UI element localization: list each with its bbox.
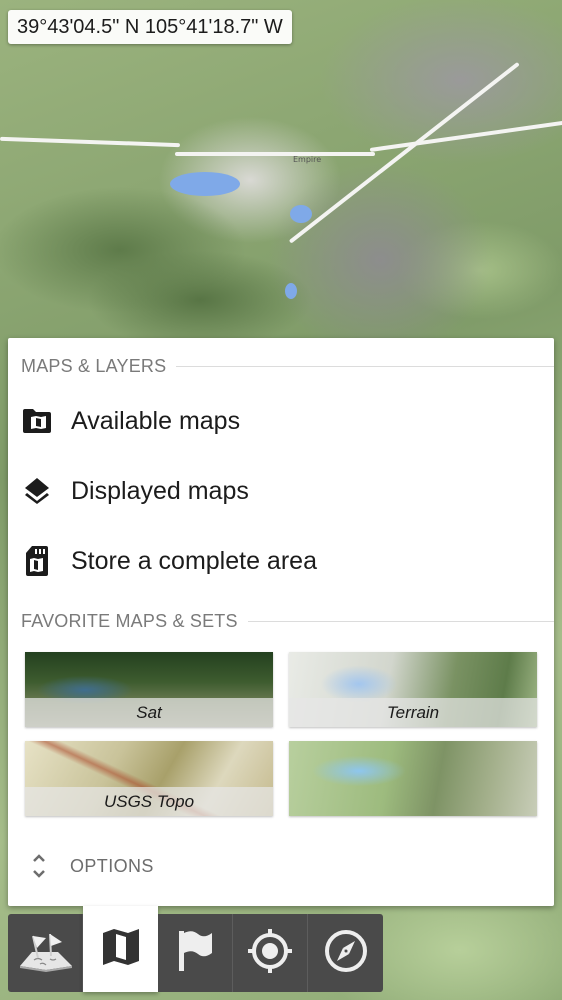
menu-item-label: Store a complete area <box>71 546 317 575</box>
options-label: OPTIONS <box>70 855 154 876</box>
favorite-map-label: Terrain <box>289 698 537 727</box>
sd-card-map-icon <box>20 544 54 578</box>
town-label: Empire <box>293 155 322 164</box>
favorites-header: FAVORITE MAPS & SETS <box>21 611 554 632</box>
favorite-map-usgs-topo[interactable]: USGS Topo <box>25 741 273 816</box>
coordinates-text: 39°43'04.5" N 105°41'18.7" W <box>17 15 283 38</box>
divider <box>247 621 554 622</box>
favorite-map-set[interactable] <box>289 741 537 816</box>
map-lake <box>285 283 297 299</box>
maps-layers-panel: MAPS & LAYERS Available maps Displayed m… <box>8 338 554 906</box>
my-location-button[interactable] <box>233 914 308 992</box>
maps-button[interactable] <box>83 906 158 992</box>
favorite-map-label: USGS Topo <box>25 787 273 816</box>
favorite-map-sat[interactable]: Sat <box>25 652 273 727</box>
menu-item-label: Available maps <box>71 406 241 435</box>
waypoints-button[interactable] <box>158 914 233 992</box>
maps-layers-title: MAPS & LAYERS <box>21 356 167 376</box>
maps-layers-header: MAPS & LAYERS <box>21 356 554 377</box>
layers-icon <box>20 474 54 508</box>
app-menu-button[interactable] <box>8 914 83 992</box>
map-lake <box>290 205 312 223</box>
map-road <box>175 152 375 156</box>
divider <box>176 366 554 367</box>
folded-map-icon <box>101 926 141 972</box>
map-flags-icon <box>14 926 76 980</box>
menu-item-label: Displayed maps <box>71 476 249 505</box>
map-folder-icon <box>20 404 54 438</box>
favorites-title: FAVORITE MAPS & SETS <box>21 611 238 631</box>
bottom-toolbar <box>8 906 383 992</box>
favorite-map-label: Sat <box>25 698 273 727</box>
favorite-map-terrain[interactable]: Terrain <box>289 652 537 727</box>
flag-icon <box>176 929 214 977</box>
menu-item-displayed-maps[interactable]: Displayed maps <box>8 461 554 521</box>
crosshair-location-icon <box>247 928 293 978</box>
map-road <box>0 136 181 148</box>
menu-item-available-maps[interactable]: Available maps <box>8 391 554 451</box>
compass-button[interactable] <box>308 914 383 992</box>
map-road <box>369 120 562 152</box>
coordinates-readout[interactable]: 39°43'04.5" N 105°41'18.7" W <box>8 10 292 44</box>
map-lake <box>170 172 240 196</box>
options-toggle[interactable]: OPTIONS <box>8 838 554 894</box>
menu-item-store-area[interactable]: Store a complete area <box>8 531 554 591</box>
expand-collapse-icon <box>22 851 56 881</box>
compass-icon <box>323 928 369 978</box>
